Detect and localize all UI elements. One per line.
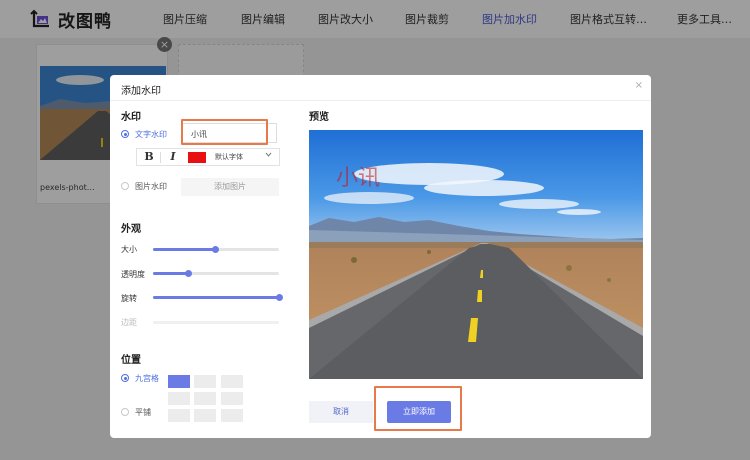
appearance-section-title: 外观: [121, 224, 141, 235]
button-highlight-box: [374, 386, 462, 431]
slider-fill: [153, 248, 215, 251]
slider-fill: [153, 272, 189, 275]
position-section-title: 位置: [121, 355, 141, 366]
color-picker-swatch[interactable]: [188, 152, 206, 163]
grid-cell[interactable]: [168, 375, 190, 388]
grid-cell[interactable]: [168, 392, 190, 405]
preview-title: 预览: [309, 112, 329, 123]
slider-handle[interactable]: [185, 270, 193, 277]
watermark-preview-text: 小讯: [336, 166, 381, 191]
grid-cell[interactable]: [221, 392, 243, 405]
text-watermark-radio[interactable]: [121, 130, 129, 138]
bold-button[interactable]: B: [141, 150, 157, 164]
text-watermark-label[interactable]: 文字水印: [135, 129, 167, 140]
grid-cell[interactable]: [194, 375, 216, 388]
tile-position-radio[interactable]: [121, 408, 129, 416]
grid-position-label[interactable]: 九宫格: [135, 373, 159, 384]
image-watermark-radio[interactable]: [121, 182, 129, 190]
add-image-button[interactable]: 添加图片: [181, 178, 279, 196]
dialog-header: 添加水印 ×: [110, 75, 651, 101]
size-slider[interactable]: [153, 246, 279, 253]
tile-position-label[interactable]: 平铺: [135, 407, 151, 418]
add-watermark-dialog: 添加水印 × 水印 文字水印 小讯 B I 默认字体 图片水印 添加图片 外观 …: [110, 75, 651, 438]
input-highlight-box: [181, 119, 268, 145]
dialog-title: 添加水印: [121, 86, 161, 97]
italic-button[interactable]: I: [165, 150, 181, 164]
watermark-section-title: 水印: [121, 112, 141, 123]
grid-cell[interactable]: [194, 392, 216, 405]
rotation-slider[interactable]: [153, 294, 283, 301]
opacity-slider[interactable]: [153, 270, 279, 277]
grid-cell[interactable]: [221, 409, 243, 422]
image-watermark-label[interactable]: 图片水印: [135, 181, 167, 192]
slider-handle[interactable]: [211, 246, 219, 253]
slider-fill: [153, 296, 279, 299]
preview-image: 小讯: [309, 130, 643, 379]
grid-cell[interactable]: [221, 375, 243, 388]
divider: [160, 152, 161, 163]
rotation-label: 旋转: [121, 294, 137, 303]
cancel-button[interactable]: 取消: [309, 401, 373, 423]
grid-position-radio[interactable]: [121, 374, 129, 382]
grid-cell[interactable]: [168, 409, 190, 422]
opacity-label: 透明度: [121, 270, 145, 279]
margin-label: 边距: [121, 318, 137, 327]
chevron-down-icon[interactable]: [264, 150, 273, 162]
close-icon[interactable]: ×: [635, 80, 643, 91]
font-select[interactable]: 默认字体: [215, 152, 243, 162]
slider-handle[interactable]: [276, 294, 283, 301]
text-format-toolbar: B I 默认字体: [136, 148, 280, 166]
size-label: 大小: [121, 245, 137, 254]
grid-cell[interactable]: [194, 409, 216, 422]
margin-slider: [153, 321, 279, 324]
